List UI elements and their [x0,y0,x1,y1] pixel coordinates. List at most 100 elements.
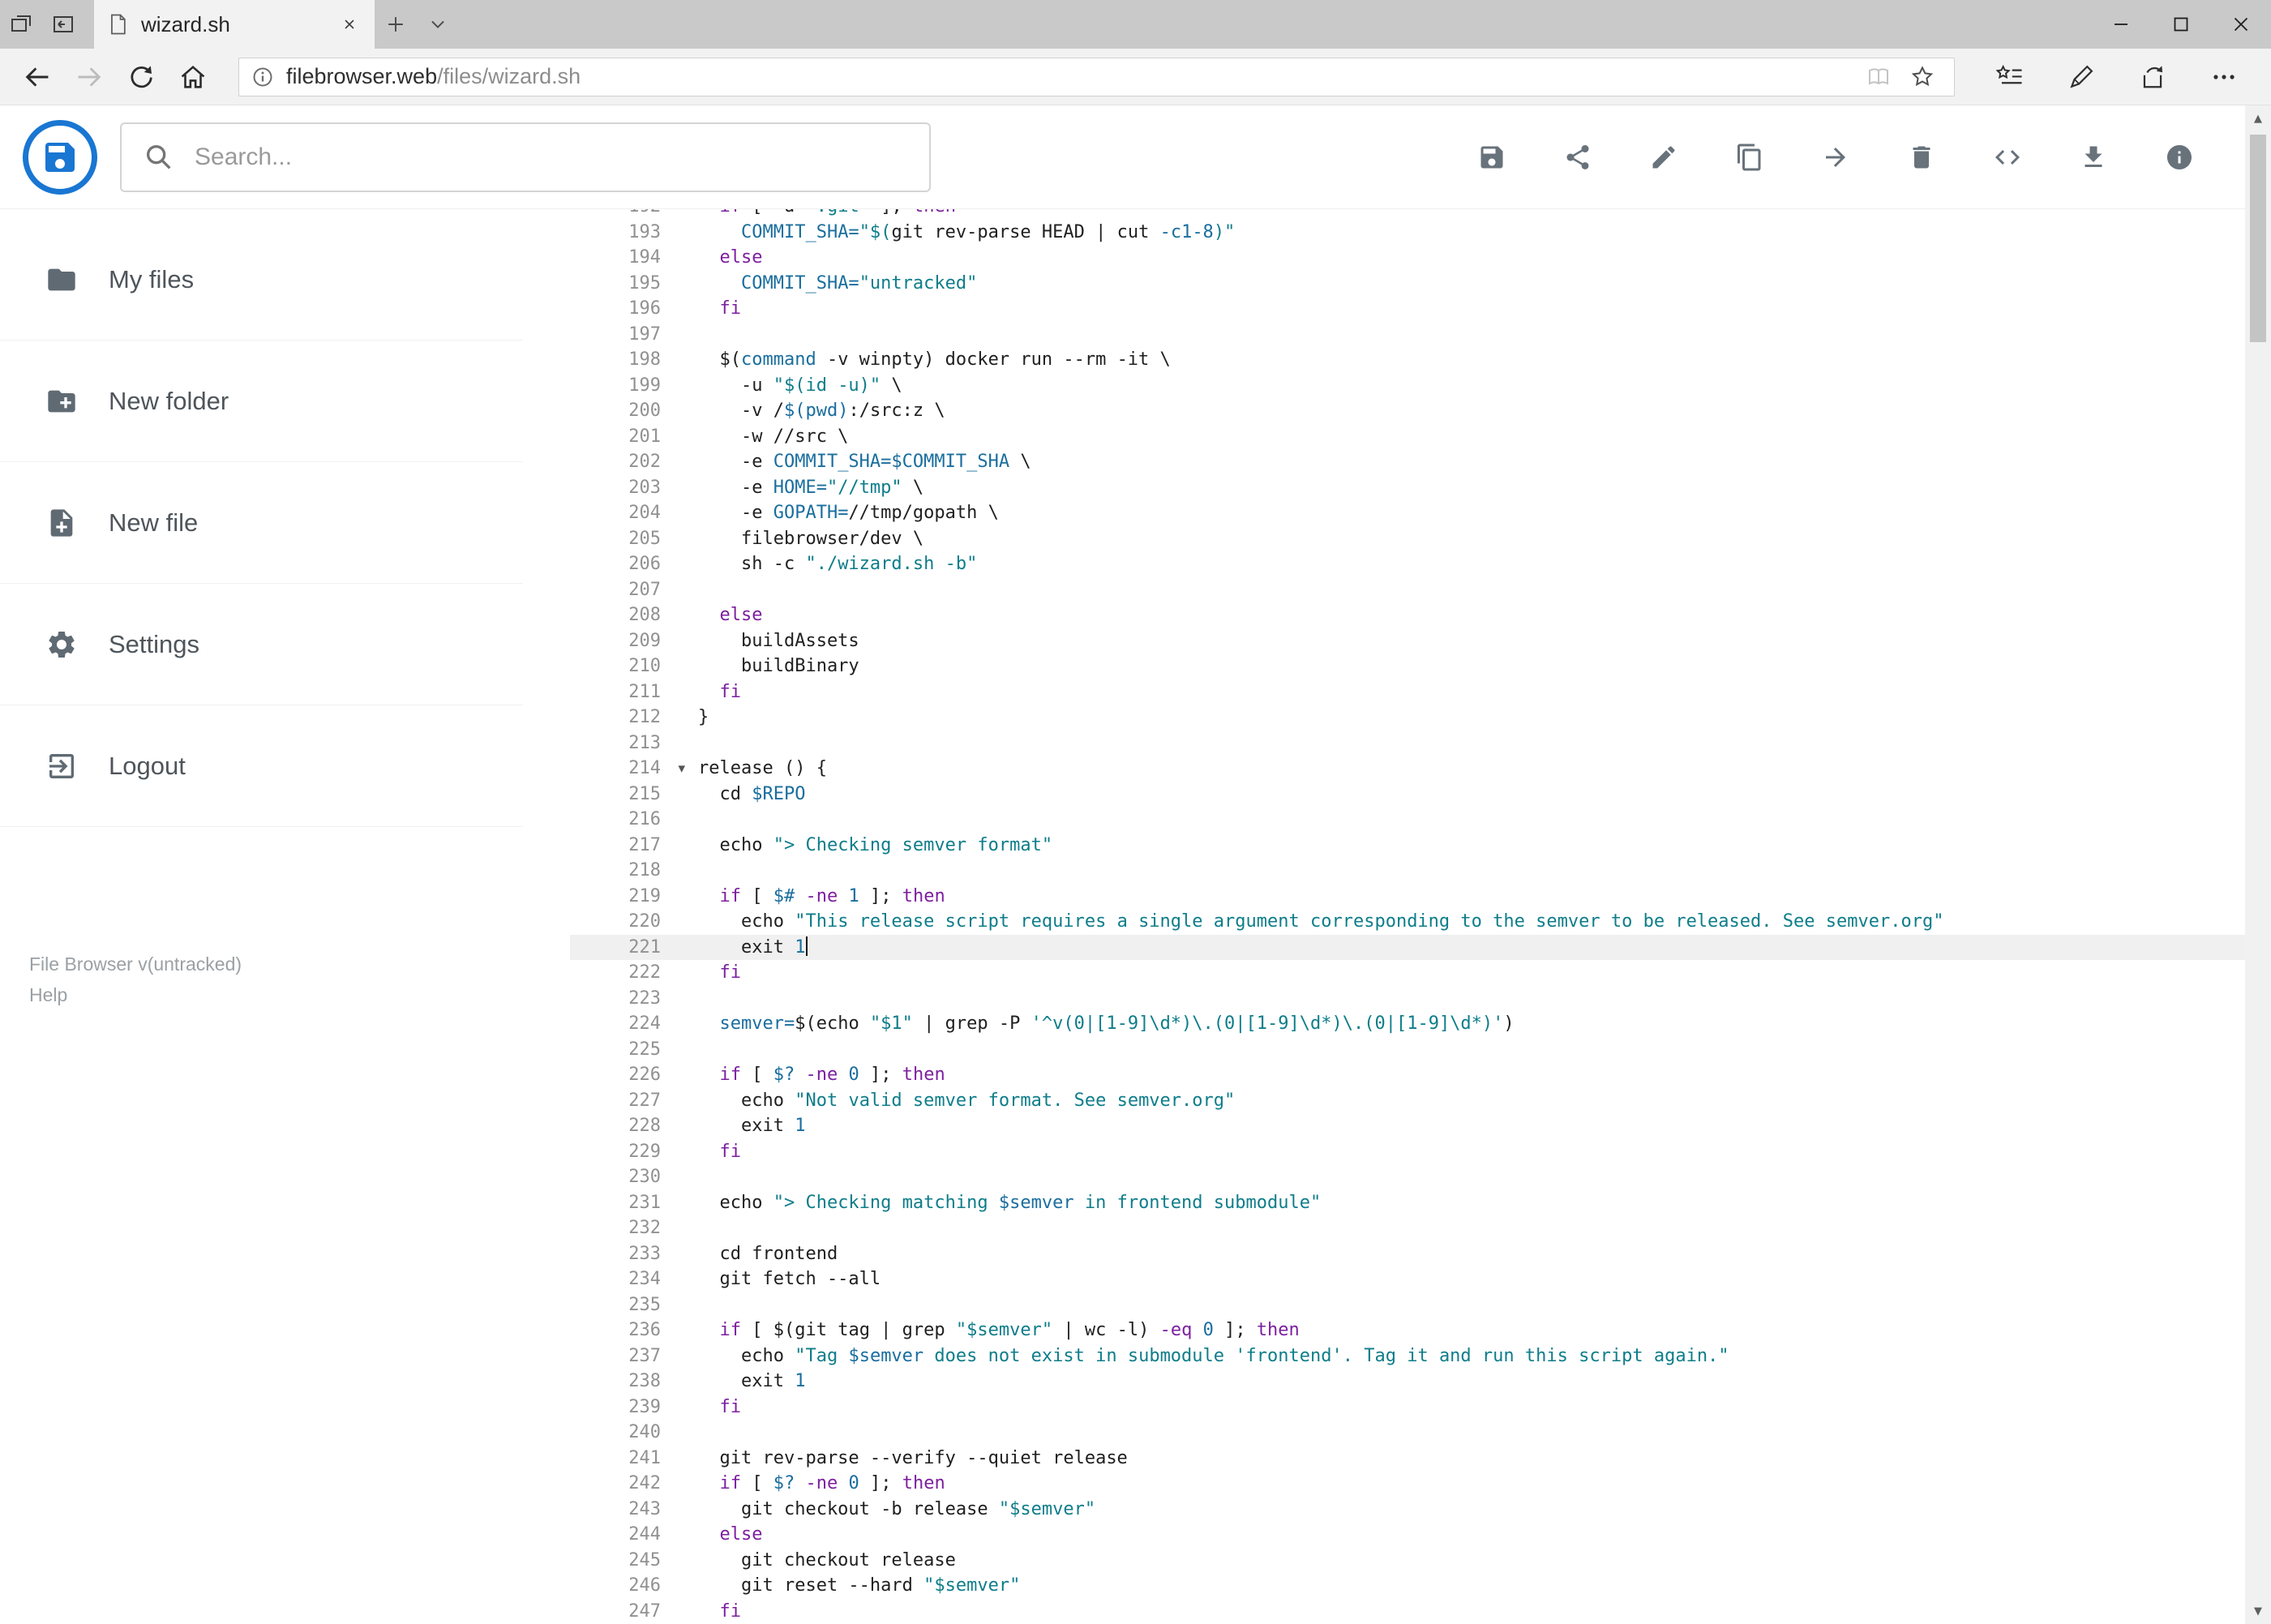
delete-button[interactable] [1879,120,1965,195]
code-line[interactable]: 217 echo "> Checking semver format" [570,833,2245,859]
filebrowser-logo[interactable] [23,119,97,195]
sidebar-item-logout[interactable]: Logout [0,705,523,827]
code-line[interactable]: 235 [570,1292,2245,1318]
code-line[interactable]: 214 ▾ release () { [570,756,2245,782]
site-info-icon[interactable] [249,63,276,91]
code-line[interactable]: 215 cd $REPO [570,782,2245,808]
code-line[interactable]: 220 echo "This release script requires a… [570,909,2245,935]
code-line[interactable]: 232 [570,1215,2245,1241]
forward-button[interactable] [63,54,115,101]
sidebar-item-my-files[interactable]: My files [0,219,523,341]
code-line[interactable]: 238 exit 1 [570,1369,2245,1395]
code-line[interactable]: 200 -v /$(pwd):/src:z \ [570,398,2245,424]
close-window-button[interactable] [2211,0,2271,49]
sidebar-item-new-file[interactable]: New file [0,462,523,584]
edit-button[interactable] [1621,120,1707,195]
code-line[interactable]: 245 git checkout release [570,1548,2245,1574]
code-line[interactable]: 229 fi [570,1139,2245,1165]
set-tabs-aside-button[interactable] [42,0,84,49]
code-line[interactable]: 222 fi [570,960,2245,986]
code-line[interactable]: 240 [570,1420,2245,1446]
code-line[interactable]: 219 if [ $# -ne 1 ]; then [570,884,2245,910]
new-tab-button[interactable] [375,0,417,49]
code-line[interactable]: 223 [570,986,2245,1012]
code-line[interactable]: 199 -u "$(id -u)" \ [570,373,2245,399]
tab-wizard-sh[interactable]: wizard.sh [94,0,375,49]
code-line[interactable]: 195 COMMIT_SHA="untracked" [570,271,2245,297]
code-line[interactable]: 204 -e GOPATH=//tmp/gopath \ [570,500,2245,526]
code-line[interactable]: 203 -e HOME="//tmp" \ [570,475,2245,501]
code-line[interactable]: 197 [570,322,2245,348]
code-line[interactable]: 221 exit 1 [570,934,2245,960]
code-line[interactable]: 211 fi [570,679,2245,705]
home-button[interactable] [167,54,219,101]
code-line[interactable]: 209 buildAssets [570,628,2245,654]
tabs-aside-button[interactable] [0,0,42,49]
code-line[interactable]: 212} [570,705,2245,731]
page-scrollbar[interactable]: ▲ ▼ [2245,105,2271,1624]
code-line[interactable]: 205 filebrowser/dev \ [570,526,2245,552]
info-button[interactable] [2136,120,2222,195]
url-field[interactable]: filebrowser.web/files/wizard.sh [238,57,1955,96]
download-button[interactable] [2050,120,2136,195]
code-line[interactable]: 228 exit 1 [570,1113,2245,1139]
code-line[interactable]: 218 [570,858,2245,884]
share-button[interactable] [1535,120,1621,195]
settings-more-button[interactable] [2188,54,2260,101]
code-line[interactable]: 210 buildBinary [570,653,2245,679]
refresh-button[interactable] [115,54,167,101]
help-link[interactable]: Help [29,979,523,1010]
sidebar-item-settings[interactable]: Settings [0,584,523,705]
sidebar-item-new-folder[interactable]: New folder [0,341,523,462]
code-line[interactable]: 234 git fetch --all [570,1266,2245,1292]
code-line[interactable]: 242 if [ $? -ne 0 ]; then [570,1471,2245,1497]
code-line[interactable]: 236 if [ $(git tag | grep "$semver" | wc… [570,1318,2245,1343]
tab-close-button[interactable] [336,11,363,38]
code-line[interactable]: 193 COMMIT_SHA="$(git rev-parse HEAD | c… [570,220,2245,246]
scrollbar-thumb[interactable] [2250,135,2266,342]
share-page-button[interactable] [2117,54,2188,101]
code-line[interactable]: 237 echo "Tag $semver does not exist in … [570,1343,2245,1369]
code-line[interactable]: 207 [570,577,2245,603]
code-line[interactable]: 239 fi [570,1395,2245,1420]
code-line[interactable]: 201 -w //src \ [570,424,2245,450]
code-line[interactable]: 246 git reset --hard "$semver" [570,1573,2245,1599]
code-line[interactable]: 216 [570,807,2245,833]
back-button[interactable] [11,54,63,101]
hub-button[interactable] [1974,54,2046,101]
code-line[interactable]: 208 else [570,602,2245,628]
code-line[interactable]: 202 -e COMMIT_SHA=$COMMIT_SHA \ [570,449,2245,475]
code-line[interactable]: 244 else [570,1522,2245,1548]
code-line[interactable]: 230 [570,1164,2245,1190]
maximize-button[interactable] [2151,0,2211,49]
search-input[interactable] [195,143,908,171]
copy-button[interactable] [1707,120,1793,195]
code-line[interactable]: 247 fi [570,1599,2245,1624]
scroll-down-icon[interactable]: ▼ [2245,1598,2271,1624]
code-view-button[interactable] [1965,120,2050,195]
move-button[interactable] [1793,120,1879,195]
code-line[interactable]: 196 fi [570,296,2245,322]
code-line[interactable]: 213 [570,731,2245,756]
scroll-up-icon[interactable]: ▲ [2245,105,2271,131]
save-button[interactable] [1449,120,1535,195]
code-line[interactable]: 194 else [570,245,2245,271]
code-line[interactable]: 243 git checkout -b release "$semver" [570,1497,2245,1523]
code-line[interactable]: 233 cd frontend [570,1241,2245,1267]
code-line[interactable]: 224 semver=$(echo "$1" | grep -P '^v(0|[… [570,1011,2245,1037]
code-line[interactable]: 231 echo "> Checking matching $semver in… [570,1190,2245,1216]
code-line[interactable]: 206 sh -c "./wizard.sh -b" [570,551,2245,577]
code-line[interactable]: 227 echo "Not valid semver format. See s… [570,1088,2245,1114]
code-line[interactable]: 198 $(command -v winpty) docker run --rm… [570,347,2245,373]
fold-arrow-icon[interactable]: ▾ [678,756,685,782]
reading-view-button[interactable] [1857,59,1900,95]
code-editor[interactable]: 192 if [ -d ".git" ]; then193 COMMIT_SHA… [523,209,2245,1624]
minimize-button[interactable] [2091,0,2151,49]
code-line[interactable]: 225 [570,1037,2245,1063]
code-line[interactable]: 241 git rev-parse --verify --quiet relea… [570,1446,2245,1472]
code-line[interactable]: 226 if [ $? -ne 0 ]; then [570,1062,2245,1088]
add-favorite-button[interactable] [1900,59,1944,95]
web-notes-button[interactable] [2046,54,2117,101]
code-line[interactable]: 192 if [ -d ".git" ]; then [570,209,2245,220]
tab-preview-button[interactable] [417,0,459,49]
